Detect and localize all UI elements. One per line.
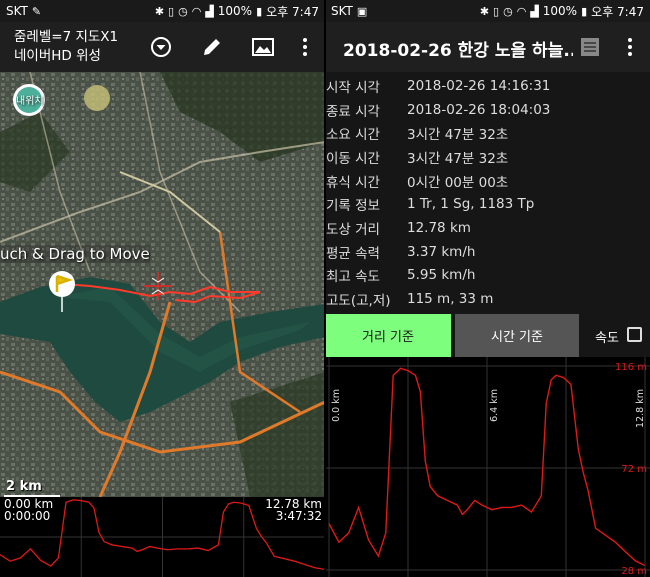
- stat-row: 기록 정보 1 Tr, 1 Sg, 1183 Tp: [325, 192, 650, 216]
- stat-value: 2018-02-26 14:16:31: [407, 77, 551, 94]
- stat-row: 시작 시각 2018-02-26 14:16:31: [325, 74, 650, 98]
- stat-value: 3.37 km/h: [407, 243, 476, 260]
- map-info: 줌레벨=7 지도X1 네이버HD 위성: [14, 28, 118, 66]
- stat-value: 12.78 km: [407, 219, 471, 236]
- panel-divider: [324, 0, 326, 577]
- stat-value: 2018-02-26 18:04:03: [407, 101, 551, 118]
- wifi-icon: ◠: [516, 4, 527, 18]
- y-tick-label: 72 m: [621, 464, 647, 475]
- detail-app-bar: 2018-02-26 한강 노을 하늘..: [325, 22, 650, 72]
- edit-button[interactable]: [197, 32, 227, 62]
- stat-value: 1 Tr, 1 Sg, 1183 Tp: [407, 196, 535, 213]
- battery-percent: 100%: [542, 4, 578, 18]
- clock: 오후 7:47: [266, 4, 319, 19]
- speed-label: 속도: [595, 331, 619, 346]
- alarm-icon: ◷: [178, 4, 188, 18]
- wrench-icon: ✎: [31, 4, 42, 18]
- status-bar: SKT ✎ ✱ ▯ ◷ ◠ ▟ 100% ▮ 오후 7:47: [0, 0, 325, 22]
- mini-elevation-chart[interactable]: 0.00 km 0:00:00 12.78 km 3:47:32: [0, 497, 325, 577]
- dropdown-button[interactable]: [146, 32, 176, 62]
- stat-row: 종료 시각 2018-02-26 18:04:03: [325, 98, 650, 122]
- stat-value: 5.95 km/h: [407, 267, 476, 284]
- stat-key: 종료 시각: [326, 103, 380, 120]
- stat-key: 휴식 시간: [326, 174, 380, 191]
- stat-key: 고도(고,저): [326, 293, 391, 310]
- x-tick-label: 12.8 km: [635, 389, 646, 428]
- map-screen: SKT ✎ ✱ ▯ ◷ ◠ ▟ 100% ▮ 오후 7:47 줌레벨=7 지도X…: [0, 0, 325, 577]
- stat-key: 소요 시간: [326, 127, 380, 144]
- vibrate-icon: ▯: [493, 4, 500, 18]
- chart-mode-tabs: 거리 기준 시간 기준 속도: [325, 314, 650, 357]
- stat-row: 평균 속력 3.37 km/h: [325, 240, 650, 264]
- map-layer-text: 네이버HD 위성: [14, 48, 101, 64]
- stat-row: 이동 시간 3시간 47분 32초: [325, 145, 650, 169]
- list-icon: [581, 38, 599, 56]
- x-tick-label: 0.0 km: [331, 389, 342, 422]
- carrier-label: SKT: [331, 4, 353, 18]
- start-time: 0:00:00: [4, 509, 51, 523]
- satellite-map[interactable]: 내위치 uch & Drag to Move 2 km: [0, 72, 325, 497]
- scale-label: 2 km: [6, 479, 42, 494]
- signal-icon: ▟: [205, 4, 214, 18]
- track-stats: 시작 시각 2018-02-26 14:16:31 종료 시각 2018-02-26 …: [325, 72, 650, 333]
- stat-key: 이동 시간: [326, 150, 380, 167]
- alarm-icon: ◷: [503, 4, 513, 18]
- bluetooth-icon: ✱: [479, 4, 490, 18]
- y-tick-label: 116 m: [615, 362, 647, 373]
- end-time: 3:47:32: [275, 509, 322, 523]
- more-vert-icon: [628, 38, 632, 56]
- stat-key: 시작 시각: [326, 79, 380, 96]
- y-tick-label: 28 m: [621, 566, 647, 577]
- overflow-menu-button[interactable]: [615, 32, 645, 62]
- stat-value: 115 m, 33 m: [407, 291, 494, 308]
- track-title: 2018-02-26 한강 노을 하늘..: [343, 41, 573, 61]
- pencil-icon: [204, 39, 220, 55]
- stat-row: 휴식 시간 0시간 00분 00초: [325, 169, 650, 193]
- stat-key: 도상 거리: [326, 221, 380, 238]
- battery-icon: ▮: [581, 4, 588, 18]
- stat-value: 3시간 47분 32초: [407, 127, 509, 144]
- stat-value: 3시간 47분 32초: [407, 150, 509, 167]
- more-vert-icon: [303, 38, 307, 56]
- signal-icon: ▟: [530, 4, 539, 18]
- tab-distance[interactable]: 거리 기준: [325, 314, 451, 357]
- x-tick-label: 6.4 km: [489, 389, 500, 422]
- image-icon: ▣: [356, 4, 368, 18]
- map-image-icon: [252, 38, 274, 56]
- stat-key: 최고 속도: [326, 269, 380, 286]
- map-app-bar: 줌레벨=7 지도X1 네이버HD 위성: [0, 22, 325, 72]
- carrier-label: SKT: [6, 4, 28, 18]
- speed-checkbox[interactable]: [627, 327, 642, 342]
- stat-row: 도상 거리 12.78 km: [325, 216, 650, 240]
- drag-hint: uch & Drag to Move: [0, 245, 150, 263]
- elevation-chart-svg: 116 m 72 m 28 m 0.0 km 6.4 km 12.8 km: [325, 357, 650, 577]
- vibrate-icon: ▯: [168, 4, 175, 18]
- map-image: [0, 72, 325, 497]
- clock: 오후 7:47: [591, 4, 644, 19]
- stat-key: 기록 정보: [326, 198, 380, 215]
- elevation-chart[interactable]: 116 m 72 m 28 m 0.0 km 6.4 km 12.8 km: [325, 357, 650, 577]
- stat-row: 고도(고,저) 115 m, 33 m: [325, 287, 650, 311]
- stat-row: 소요 시간 3시간 47분 32초: [325, 121, 650, 145]
- chevron-down-circle-icon: [151, 37, 171, 57]
- track-detail-screen: SKT ▣ ✱ ▯ ◷ ◠ ▟ 100% ▮ 오후 7:47 2018-02-2…: [325, 0, 650, 577]
- stat-row: 최고 속도 5.95 km/h: [325, 264, 650, 288]
- tab-time[interactable]: 시간 기준: [455, 314, 579, 357]
- bluetooth-icon: ✱: [154, 4, 165, 18]
- wifi-icon: ◠: [191, 4, 202, 18]
- stat-value: 0시간 00분 00초: [407, 174, 509, 191]
- status-bar: SKT ▣ ✱ ▯ ◷ ◠ ▟ 100% ▮ 오후 7:47: [325, 0, 650, 22]
- zoom-level-text: 줌레벨=7 지도X1: [14, 29, 119, 45]
- battery-icon: ▮: [256, 4, 263, 18]
- stat-key: 평균 속력: [326, 245, 380, 262]
- place-badge-label: 내위치: [16, 96, 44, 107]
- list-view-button[interactable]: [575, 32, 605, 62]
- overflow-menu-button[interactable]: [290, 32, 320, 62]
- battery-percent: 100%: [217, 4, 253, 18]
- map-layer-button[interactable]: [248, 32, 278, 62]
